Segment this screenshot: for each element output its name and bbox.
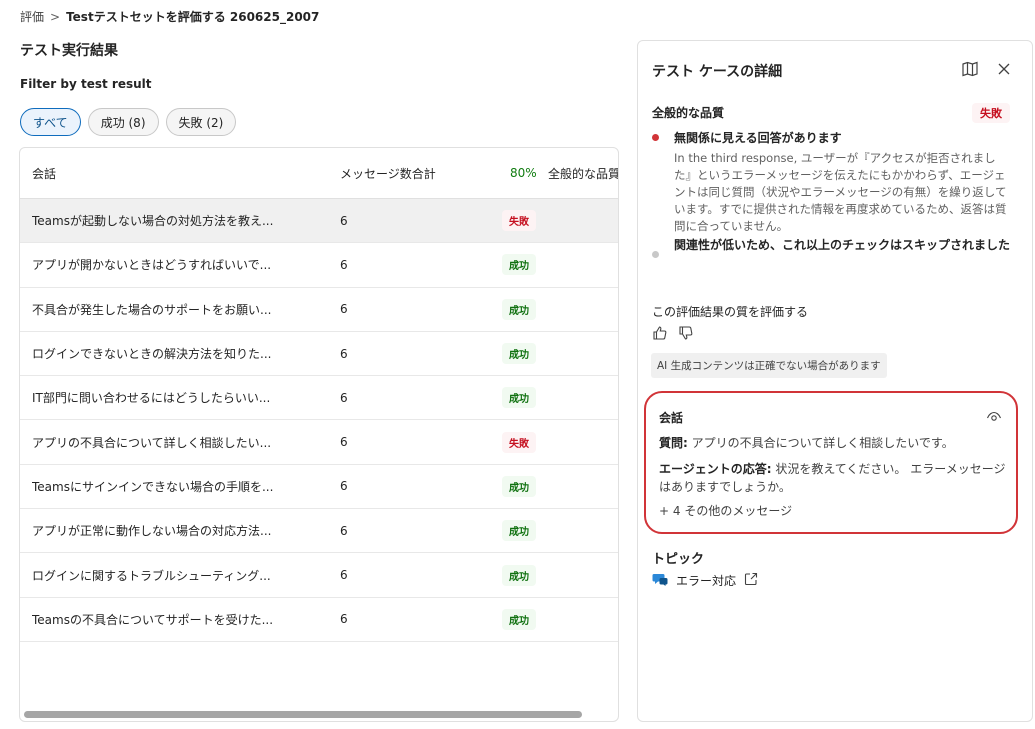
row-message-count: 6	[340, 390, 348, 405]
row-conversation: Teamsが起動しない場合の対処方法を教え...	[32, 214, 274, 229]
breadcrumb-parent[interactable]: 評価	[20, 8, 44, 25]
feedback-buttons	[652, 325, 694, 345]
row-message-count: 6	[340, 523, 348, 538]
quality-result-badge: 失敗	[972, 103, 1010, 123]
header-messages[interactable]: メッセージ数合計	[340, 165, 436, 182]
row-result-badge: 成功	[502, 387, 536, 409]
row-message-count: 6	[340, 479, 348, 494]
row-conversation: IT部門に問い合わせるにはどうしたらいい...	[32, 391, 271, 406]
table-row[interactable]: アプリの不具合について詳しく相談したい... 6 失敗	[20, 420, 618, 465]
rate-label: この評価結果の質を評価する	[652, 305, 809, 319]
chat-bubble-icon	[652, 571, 668, 590]
table-row[interactable]: Teamsにサインインできない場合の手順を... 6 成功	[20, 465, 618, 510]
conversation-title: 会話	[659, 411, 684, 425]
table-row[interactable]: アプリが正常に動作しない場合の対応方法... 6 成功	[20, 509, 618, 554]
thumbs-up-icon[interactable]	[652, 325, 668, 345]
row-conversation: Teamsにサインインできない場合の手順を...	[32, 479, 274, 494]
table-row[interactable]: IT部門に問い合わせるにはどうしたらいい... 6 成功	[20, 376, 618, 421]
topic-row: エラー対応	[652, 571, 758, 590]
topic-name[interactable]: エラー対応	[676, 572, 736, 589]
row-conversation: 不具合が発生した場合のサポートをお願い...	[32, 302, 272, 317]
quality-heading: 全般的な品質	[652, 106, 725, 120]
table-row[interactable]: Teamsの不具合についてサポートを受けた... 6 成功	[20, 598, 618, 642]
row-result-badge: 成功	[502, 475, 536, 497]
filter-label: Filter by test result	[20, 77, 152, 91]
row-message-count: 6	[340, 213, 348, 228]
map-icon[interactable]	[960, 59, 980, 79]
ai-disclaimer: AI 生成コンテンツは正確でない場合があります	[651, 353, 887, 378]
question-label: 質問:	[659, 436, 688, 450]
row-result-badge: 失敗	[502, 431, 536, 453]
row-result-badge: 成功	[502, 520, 536, 542]
open-external-icon[interactable]	[744, 572, 758, 589]
issue-description: In the third response, ユーザーが『アクセスが拒否されまし…	[674, 151, 1007, 233]
answer-label: エージェントの応答:	[659, 462, 772, 476]
row-message-count: 6	[340, 257, 348, 272]
issue-dot-red	[652, 134, 659, 141]
row-conversation: アプリが開かないときはどうすればいいで...	[32, 258, 272, 273]
issue-title: 無関係に見える回答があります	[674, 131, 842, 145]
horizontal-scrollbar[interactable]	[24, 711, 582, 718]
results-table: 会話 メッセージ数合計 80% 全般的な品質 Teamsが起動しない場合の対処方…	[19, 147, 619, 722]
table-header: 会話 メッセージ数合計 80% 全般的な品質	[20, 148, 618, 199]
row-message-count: 6	[340, 435, 348, 450]
row-message-count: 6	[340, 568, 348, 583]
question-text: アプリの不具合について詳しく相談したいです。	[687, 436, 954, 450]
row-result-badge: 失敗	[502, 210, 536, 232]
filter-pass-pill[interactable]: 成功 (8)	[87, 108, 159, 136]
page-title: テスト実行結果	[20, 43, 118, 59]
row-result-badge: 成功	[502, 564, 536, 586]
conversation-question: 質問: アプリの不具合について詳しく相談したいです。	[659, 434, 1009, 452]
close-icon[interactable]	[994, 59, 1014, 79]
table-row[interactable]: ログインできないときの解決方法を知りた... 6 成功	[20, 332, 618, 377]
row-conversation: アプリの不具合について詳しく相談したい...	[32, 435, 272, 450]
header-percent: 80%	[510, 166, 537, 180]
table-row[interactable]: Teamsが起動しない場合の対処方法を教え... 6 失敗	[20, 199, 618, 244]
conversation-answer: エージェントの応答: 状況を教えてください。 エラーメッセージはありますでしょう…	[659, 460, 1009, 496]
thumbs-down-icon[interactable]	[678, 325, 694, 345]
header-conversation[interactable]: 会話	[32, 165, 56, 182]
row-message-count: 6	[340, 612, 348, 627]
row-result-badge: 成功	[502, 343, 536, 365]
test-case-detail-panel: テスト ケースの詳細 全般的な品質 失敗 無関係に見える回答があります In t…	[637, 40, 1033, 722]
breadcrumb-separator: >	[50, 9, 61, 24]
table-row[interactable]: アプリが開かないときはどうすればいいで... 6 成功	[20, 243, 618, 288]
filter-pills: すべて 成功 (8) 失敗 (2)	[20, 108, 237, 136]
row-result-badge: 成功	[502, 608, 536, 630]
row-conversation: ログインに関するトラブルシューティング...	[32, 568, 271, 583]
filter-fail-pill[interactable]: 失敗 (2)	[165, 108, 237, 136]
panel-title: テスト ケースの詳細	[652, 64, 783, 80]
issue-dot-gray	[652, 251, 659, 258]
row-message-count: 6	[340, 302, 348, 317]
row-result-badge: 成功	[502, 298, 536, 320]
issue-title: 関連性が低いため、これ以上のチェックはスキップされました	[674, 238, 1011, 252]
row-message-count: 6	[340, 346, 348, 361]
row-conversation: Teamsの不具合についてサポートを受けた...	[32, 612, 274, 627]
breadcrumb: 評価 > Testテストセットを評価する 260625_2007	[20, 8, 319, 25]
table-row[interactable]: ログインに関するトラブルシューティング... 6 成功	[20, 553, 618, 598]
header-quality[interactable]: 全般的な品質	[548, 165, 618, 182]
breadcrumb-current: Testテストセットを評価する 260625_2007	[66, 10, 320, 24]
filter-all-pill[interactable]: すべて	[20, 108, 81, 136]
issue-item: 無関係に見える回答があります In the third response, ユー…	[652, 129, 1012, 235]
panel-toolbar	[960, 59, 1014, 79]
issue-item: 関連性が低いため、これ以上のチェックはスキップされました	[652, 237, 1012, 258]
more-messages-link[interactable]: + 4 その他のメッセージ	[659, 502, 1009, 519]
eye-icon[interactable]	[986, 409, 1002, 427]
table-row[interactable]: 不具合が発生した場合のサポートをお願い... 6 成功	[20, 288, 618, 332]
row-conversation: ログインできないときの解決方法を知りた...	[32, 347, 272, 362]
conversation-section: 会話 質問: アプリの不具合について詳しく相談したいです。 エージェントの応答:…	[659, 409, 1009, 519]
topic-heading: トピック	[652, 552, 705, 567]
row-result-badge: 成功	[502, 254, 536, 276]
row-conversation: アプリが正常に動作しない場合の対応方法...	[32, 524, 272, 539]
